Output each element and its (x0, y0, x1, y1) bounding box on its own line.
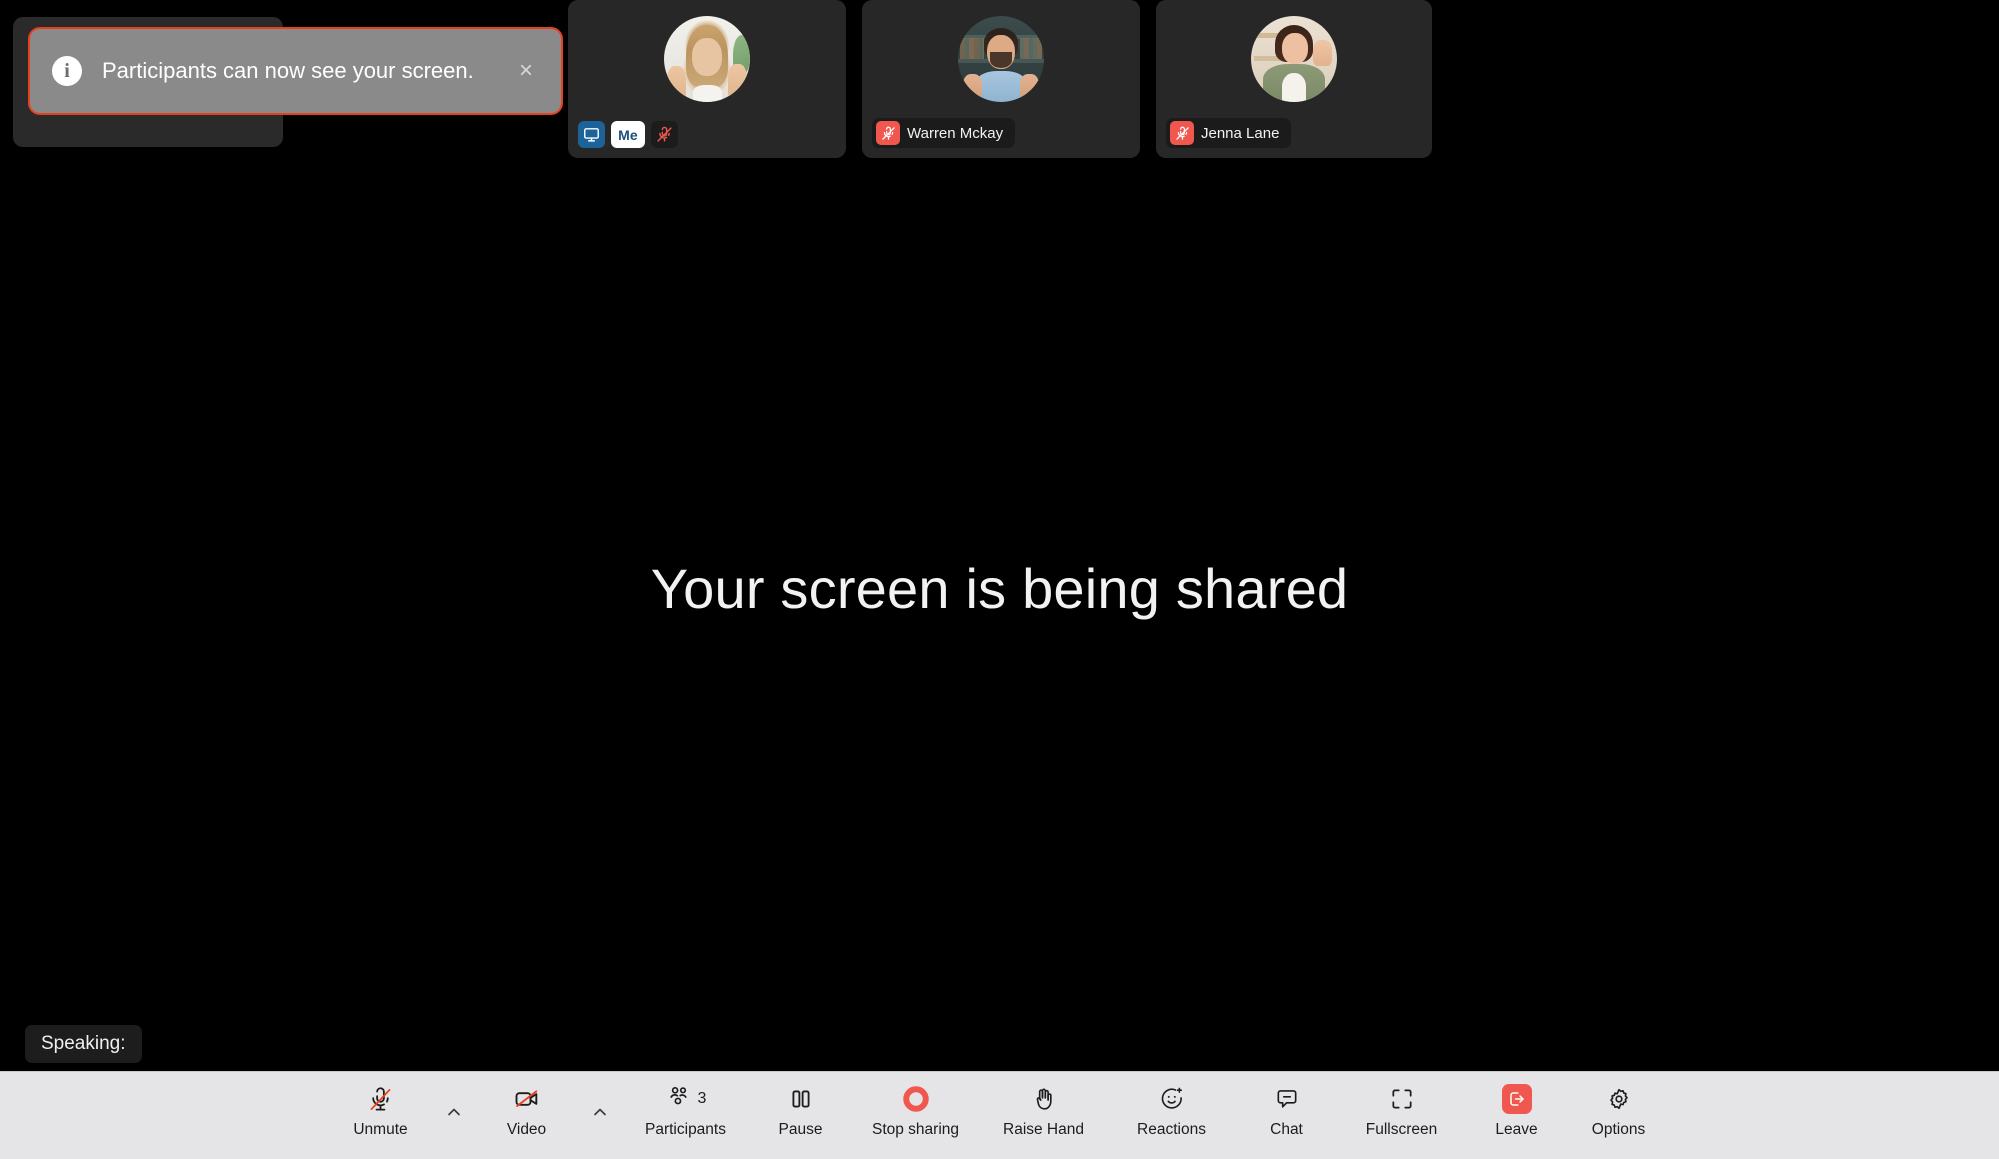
gear-icon (1606, 1084, 1632, 1114)
screen-share-notification-toast: i Participants can now see your screen. … (28, 27, 563, 115)
meeting-screen-share-window: Me Warren Mckay Jenna Lane i Participant… (0, 0, 1999, 1159)
mic-muted-icon (1170, 121, 1194, 145)
fullscreen-label: Fullscreen (1365, 1121, 1438, 1138)
meeting-toolbar: Unmute Video 3 Participants Pause Stop s… (0, 1071, 1999, 1159)
participant-name-label: Warren Mckay (907, 124, 1004, 142)
leave-icon (1501, 1084, 1532, 1114)
options-label: Options (1591, 1121, 1646, 1138)
reactions-label: Reactions (1137, 1121, 1206, 1138)
chat-button[interactable]: Chat (1236, 1084, 1338, 1139)
close-icon[interactable]: × (513, 59, 539, 83)
avatar (1251, 16, 1337, 102)
participant-tile-me[interactable]: Me (568, 0, 846, 158)
share-status-message: Your screen is being shared (650, 557, 1349, 620)
raise-hand-button[interactable]: Raise Hand (980, 1084, 1108, 1139)
video-off-icon (513, 1084, 541, 1114)
participant-name-pill: Jenna Lane (1166, 118, 1292, 148)
participant-name-pill: Warren Mckay (872, 118, 1016, 148)
unmute-label: Unmute (353, 1121, 408, 1138)
fullscreen-button[interactable]: Fullscreen (1338, 1084, 1466, 1139)
video-button[interactable]: Video (476, 1084, 578, 1139)
fullscreen-icon (1389, 1084, 1415, 1114)
avatar (664, 16, 750, 102)
participant-name-label: Jenna Lane (1201, 124, 1280, 142)
stop-sharing-label: Stop sharing (871, 1121, 960, 1138)
chat-label: Chat (1270, 1121, 1303, 1138)
pause-label: Pause (778, 1121, 823, 1138)
chat-bubble-icon (1274, 1084, 1300, 1114)
avatar (958, 16, 1044, 102)
raise-hand-label: Raise Hand (1003, 1121, 1084, 1138)
participants-icon (665, 1083, 692, 1115)
audio-options-caret[interactable] (432, 1102, 476, 1127)
mic-muted-icon (876, 121, 900, 145)
info-icon: i (52, 56, 82, 86)
stop-sharing-button[interactable]: Stop sharing (852, 1084, 980, 1139)
screen-share-icon (578, 121, 605, 148)
pause-button[interactable]: Pause (750, 1084, 852, 1139)
me-label-badge: Me (611, 121, 645, 148)
video-options-caret[interactable] (578, 1102, 622, 1127)
speaking-indicator: Speaking: (25, 1025, 142, 1063)
mic-muted-icon (367, 1084, 394, 1114)
mic-muted-icon (651, 121, 678, 148)
chevron-up-icon (590, 1102, 610, 1127)
smiley-reaction-icon (1159, 1084, 1185, 1114)
notification-message: Participants can now see your screen. (102, 58, 474, 83)
video-label: Video (506, 1121, 547, 1138)
share-stage: Your screen is being shared (0, 165, 1999, 1072)
options-button[interactable]: Options (1568, 1084, 1670, 1139)
pause-icon (788, 1084, 814, 1114)
tile-badges-me: Me (578, 121, 678, 148)
participants-button[interactable]: 3 Participants (622, 1084, 750, 1139)
raise-hand-icon (1031, 1084, 1057, 1114)
participants-label: Participants (645, 1121, 726, 1138)
stop-record-icon (902, 1084, 929, 1114)
leave-label: Leave (1495, 1121, 1538, 1138)
reactions-button[interactable]: Reactions (1108, 1084, 1236, 1139)
leave-button[interactable]: Leave (1466, 1084, 1568, 1139)
chevron-up-icon (444, 1102, 464, 1127)
unmute-button[interactable]: Unmute (330, 1084, 432, 1139)
participant-tile-warren-mckay[interactable]: Warren Mckay (862, 0, 1140, 158)
participants-count: 3 (697, 1090, 707, 1107)
participant-tile-jenna-lane[interactable]: Jenna Lane (1156, 0, 1432, 158)
